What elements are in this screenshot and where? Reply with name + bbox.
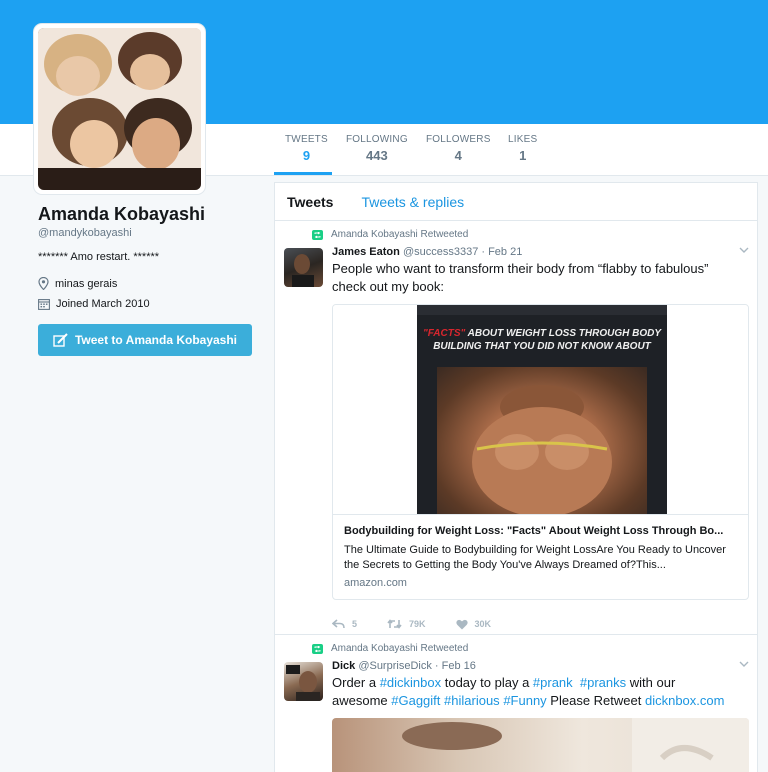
retweet-context-text[interactable]: Amanda Kobayashi Retweeted	[331, 229, 468, 240]
retweet-context-text[interactable]: Amanda Kobayashi Retweeted	[331, 643, 468, 654]
link-card[interactable]: "FACTS" ABOUT WEIGHT LOSS THROUGH BODY B…	[332, 304, 749, 600]
tweet-author-avatar[interactable]	[284, 248, 323, 287]
tweet-author-meta[interactable]: @success3337 · Feb 21	[403, 246, 522, 258]
reply-action[interactable]: 5	[332, 619, 357, 629]
tweet-text-segment: today to play a	[441, 675, 533, 690]
like-count: 30K	[474, 619, 492, 629]
link-card-image: "FACTS" ABOUT WEIGHT LOSS THROUGH BODY B…	[333, 305, 748, 514]
hashtag-link[interactable]: #prank	[533, 675, 573, 690]
stat-followers-value: 4	[454, 148, 462, 163]
tweet-item[interactable]: Amanda Kobayashi Retweeted James Eaton @…	[275, 221, 757, 635]
tweet-text-segment	[573, 675, 580, 690]
retweet-action[interactable]: 79K	[387, 619, 426, 629]
calendar-icon	[38, 299, 50, 310]
profile-name[interactable]: Amanda Kobayashi	[38, 204, 258, 225]
timeline: Tweets Tweets & replies Amanda Kobayashi…	[274, 182, 758, 772]
retweet-context: Amanda Kobayashi Retweeted	[312, 635, 747, 654]
tweet-text-segment: Please Retweet	[546, 693, 645, 708]
like-action[interactable]: 30K	[455, 619, 492, 630]
reply-count: 5	[352, 619, 358, 629]
tweet-header: Dick @SurpriseDick · Feb 16	[332, 660, 747, 672]
tweet-author-name[interactable]: James Eaton	[332, 246, 400, 258]
location-pin-icon	[38, 277, 49, 290]
link-card-description: The Ultimate Guide to Bodybuilding for W…	[344, 544, 726, 571]
tab-tweets-and-replies[interactable]: Tweets & replies	[361, 194, 464, 210]
profile-sidebar: Amanda Kobayashi @mandykobayashi *******…	[38, 204, 258, 356]
tweet-menu-chevron-down-icon[interactable]	[739, 659, 749, 670]
tweet-author-meta[interactable]: @SurpriseDick · Feb 16	[358, 660, 476, 672]
active-stat-indicator	[274, 172, 332, 175]
stat-likes-label: LIKES	[508, 134, 538, 145]
tweet-media-preview[interactable]	[332, 718, 749, 772]
profile-location-text: minas gerais	[55, 277, 118, 290]
book-cover-subtitle-red: "FACTS"	[422, 328, 466, 339]
tweet-to-button-label: Tweet to Amanda Kobayashi	[74, 333, 238, 347]
compose-tweet-icon	[53, 333, 68, 347]
tweet-author-avatar[interactable]	[284, 662, 323, 701]
reply-icon	[332, 619, 345, 629]
book-cover-top-band	[417, 305, 667, 315]
book-cover-subtitle-line2: BUILDING THAT YOU DID NOT KNOW ABOUT	[433, 341, 651, 352]
retweet-icon	[312, 229, 323, 240]
book-cover-subtitle-line1: ABOUT WEIGHT LOSS THROUGH BODY	[465, 328, 661, 339]
profile-bio: ******* Amo restart. ******	[38, 251, 160, 263]
stat-followers[interactable]: FOLLOWERS 4	[426, 134, 491, 163]
tweet-author-name[interactable]: Dick	[332, 660, 355, 672]
retweet-icon	[312, 643, 323, 654]
stat-following-value: 443	[366, 148, 388, 163]
hashtag-link[interactable]: #Gaggift	[391, 693, 440, 708]
tweet-text: Order a #dickinbox today to play a #pran…	[332, 674, 747, 710]
heart-icon	[455, 619, 468, 629]
tweet-text-line-1: People who want to transform their body …	[332, 261, 709, 276]
tweet-text-segment: awesome	[332, 693, 392, 708]
profile-joined-text: Joined March 2010	[56, 298, 150, 310]
stat-following-label: FOLLOWING	[346, 134, 408, 145]
tweet-to-button[interactable]: Tweet to Amanda Kobayashi	[38, 324, 252, 356]
hashtag-link[interactable]: #hilarious	[444, 693, 500, 708]
tweet-header: James Eaton @success3337 · Feb 21	[332, 246, 747, 258]
tweet-item[interactable]: Amanda Kobayashi Retweeted Dick @Surpris…	[275, 635, 757, 772]
tweet-text-segment: with our	[626, 675, 676, 690]
retweet-action-icon	[387, 619, 402, 629]
profile-avatar-image	[38, 28, 201, 190]
stat-followers-label: FOLLOWERS	[426, 134, 491, 145]
retweet-count: 79K	[409, 619, 426, 629]
profile-handle[interactable]: @mandykobayashi	[38, 227, 258, 239]
hashtag-link[interactable]: #pranks	[580, 675, 626, 690]
tweet-text-line-2: check out my book:	[332, 279, 444, 294]
retweet-context: Amanda Kobayashi Retweeted	[312, 221, 747, 240]
book-cover-photo	[437, 367, 647, 514]
profile-joined: Joined March 2010	[38, 298, 258, 310]
tweet-text-line-1: Order a #dickinbox today to play a #pran…	[332, 674, 747, 692]
link-card-body: Bodybuilding for Weight Loss: "Facts" Ab…	[333, 514, 748, 599]
link-card-domain: amazon.com	[344, 577, 407, 589]
tweet-text-line-2: awesome #Gaggift #hilarious #Funny Pleas…	[332, 692, 747, 710]
stat-tweets[interactable]: TWEETS 9	[285, 134, 328, 163]
book-cover-subtitle: "FACTS" ABOUT WEIGHT LOSS THROUGH BODY B…	[417, 327, 667, 353]
stat-likes[interactable]: LIKES 1	[508, 134, 537, 163]
book-cover-image: "FACTS" ABOUT WEIGHT LOSS THROUGH BODY B…	[417, 305, 667, 514]
avatar-photo	[38, 28, 201, 190]
link-card-title: Bodybuilding for Weight Loss: "Facts" Ab…	[344, 525, 724, 537]
url-link[interactable]: dicknbox.com	[645, 693, 724, 708]
timeline-tabs: Tweets Tweets & replies	[275, 183, 757, 221]
tweet-text: People who want to transform their body …	[332, 260, 747, 296]
tweet-menu-chevron-down-icon[interactable]	[739, 245, 749, 256]
profile-location: minas gerais	[38, 277, 258, 290]
tab-tweets[interactable]: Tweets	[287, 194, 333, 210]
stat-tweets-label: TWEETS	[285, 134, 328, 145]
tweet-text-segment: Order a	[332, 675, 380, 690]
stat-following[interactable]: FOLLOWING 443	[346, 134, 408, 163]
stat-tweets-value: 9	[302, 148, 311, 163]
hashtag-link[interactable]: #Funny	[503, 693, 546, 708]
stat-likes-value: 1	[519, 148, 527, 163]
profile-avatar[interactable]	[34, 24, 205, 194]
hashtag-link[interactable]: #dickinbox	[380, 675, 441, 690]
media-photo	[402, 718, 749, 772]
